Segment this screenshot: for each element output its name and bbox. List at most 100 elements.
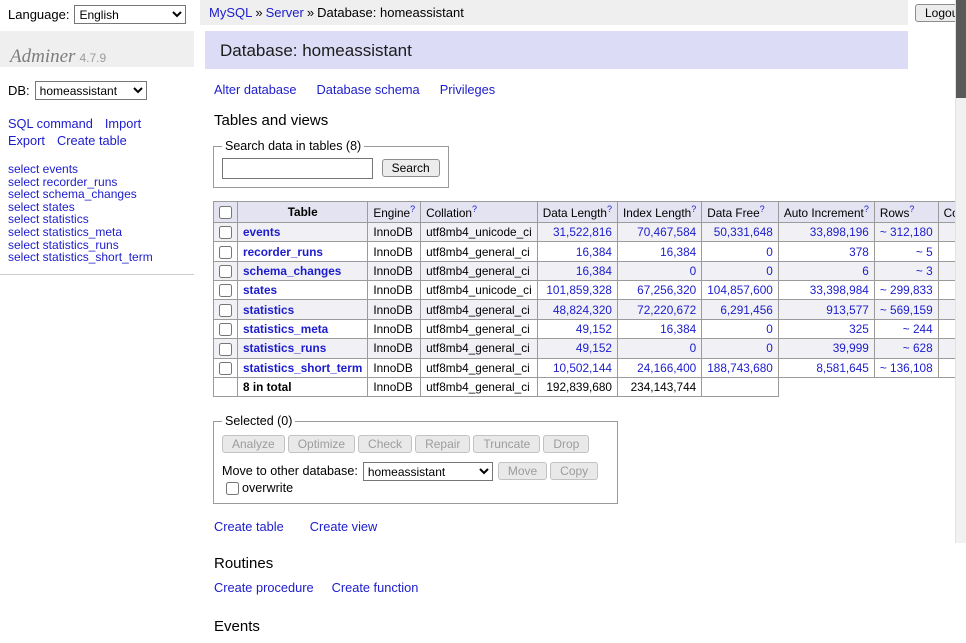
row-select-checkbox[interactable] [219, 226, 232, 239]
index-length-link[interactable]: 16,384 [660, 322, 696, 336]
overwrite-checkbox[interactable] [226, 482, 239, 495]
scrollbar-thumb[interactable] [956, 0, 966, 98]
table-name-link[interactable]: recorder_runs [243, 245, 323, 259]
data-length-link[interactable]: 31,522,816 [553, 225, 612, 239]
data-length-link[interactable]: 49,152 [576, 322, 612, 336]
row-select-checkbox[interactable] [219, 343, 232, 356]
index-length-link[interactable]: 0 [690, 341, 697, 355]
sidebar-item-select-statistics-short-term[interactable]: select statistics_short_term [8, 251, 194, 264]
adminer-logo-text[interactable]: Adminer [10, 46, 75, 67]
table-name-link[interactable]: events [243, 225, 280, 239]
create-table-link-sidebar[interactable]: Create table [57, 133, 127, 148]
analyze-button[interactable]: Analyze [222, 435, 285, 453]
table-name-link[interactable]: states [243, 283, 277, 297]
row-select-checkbox[interactable] [219, 362, 232, 375]
data-free-link[interactable]: 104,857,600 [707, 283, 773, 297]
language-select[interactable]: English [74, 5, 186, 24]
row-count-link[interactable]: ~ 136,108 [880, 361, 933, 375]
data-free-link[interactable]: 0 [766, 341, 773, 355]
data-length-link[interactable]: 10,502,144 [553, 361, 612, 375]
data-free-link[interactable]: 188,743,680 [707, 361, 773, 375]
auto-increment-link[interactable]: 8,581,645 [816, 361, 868, 375]
row-count-link[interactable]: ~ 569,159 [880, 303, 933, 317]
alter-database-link[interactable]: Alter database [214, 82, 297, 97]
privileges-link[interactable]: Privileges [440, 82, 495, 97]
auto-increment-link[interactable]: 6 [862, 264, 869, 278]
row-select-checkbox[interactable] [219, 304, 232, 317]
auto-increment-link[interactable]: 33,398,984 [810, 283, 869, 297]
sidebar-item-select-events[interactable]: select events [8, 163, 194, 176]
row-select-checkbox[interactable] [219, 284, 232, 297]
row-select-checkbox[interactable] [219, 265, 232, 278]
data-free-link[interactable]: 0 [766, 322, 773, 336]
index-length-link[interactable]: 0 [690, 264, 697, 278]
row-count-link[interactable]: ~ 244 [903, 322, 933, 336]
data-length-help-link[interactable]: ? [607, 204, 612, 214]
data-length-link[interactable]: 101,859,328 [546, 283, 612, 297]
table-name-link[interactable]: statistics [243, 303, 294, 317]
auto-increment-help-link[interactable]: ? [864, 204, 869, 214]
create-function-link[interactable]: Create function [332, 580, 419, 595]
move-button[interactable]: Move [498, 462, 547, 480]
import-link[interactable]: Import [105, 116, 141, 131]
row-select-checkbox[interactable] [219, 246, 232, 259]
index-length-link[interactable]: 67,256,320 [637, 283, 696, 297]
cell-collation: utf8mb4_unicode_ci [421, 222, 538, 241]
breadcrumb-mysql-link[interactable]: MySQL [209, 5, 252, 20]
row-count-link[interactable]: ~ 3 [916, 264, 933, 278]
sidebar-item-select-statistics-meta[interactable]: select statistics_meta [8, 226, 194, 239]
create-view-link[interactable]: Create view [310, 519, 378, 534]
engine-help-link[interactable]: ? [410, 204, 415, 214]
search-input[interactable] [222, 158, 373, 179]
drop-button[interactable]: Drop [543, 435, 589, 453]
index-length-link[interactable]: 72,220,672 [637, 303, 696, 317]
auto-increment-link[interactable]: 33,898,196 [810, 225, 869, 239]
auto-increment-link[interactable]: 378 [849, 245, 869, 259]
export-link[interactable]: Export [8, 133, 45, 148]
vertical-scrollbar[interactable] [955, 0, 966, 543]
sql-command-link[interactable]: SQL command [8, 116, 93, 131]
auto-increment-link[interactable]: 325 [849, 322, 869, 336]
row-select-checkbox[interactable] [219, 323, 232, 336]
data-free-link[interactable]: 50,331,648 [714, 225, 773, 239]
database-schema-link[interactable]: Database schema [317, 82, 420, 97]
sidebar-item-select-schema-changes[interactable]: select schema_changes [8, 188, 194, 201]
select-all-checkbox[interactable] [219, 206, 232, 219]
header-data-length: Data Length? [537, 202, 617, 223]
data-length-link[interactable]: 48,824,320 [553, 303, 612, 317]
rows-help-link[interactable]: ? [909, 204, 914, 214]
data-length-link[interactable]: 16,384 [576, 264, 612, 278]
search-button[interactable]: Search [382, 159, 440, 177]
index-length-link[interactable]: 24,166,400 [637, 361, 696, 375]
breadcrumb-server-link[interactable]: Server [266, 5, 304, 20]
copy-button[interactable]: Copy [550, 462, 598, 480]
table-name-link[interactable]: statistics_meta [243, 322, 328, 336]
create-procedure-link[interactable]: Create procedure [214, 580, 314, 595]
data-free-link[interactable]: 0 [766, 245, 773, 259]
row-count-link[interactable]: ~ 628 [903, 341, 933, 355]
create-table-link[interactable]: Create table [214, 519, 284, 534]
db-select[interactable]: homeassistant [35, 81, 147, 100]
data-free-help-link[interactable]: ? [760, 204, 765, 214]
table-name-link[interactable]: schema_changes [243, 264, 341, 278]
truncate-button[interactable]: Truncate [473, 435, 540, 453]
row-count-link[interactable]: ~ 5 [916, 245, 933, 259]
index-length-link[interactable]: 70,467,584 [637, 225, 696, 239]
move-db-select[interactable]: homeassistant [363, 462, 493, 481]
repair-button[interactable]: Repair [415, 435, 470, 453]
optimize-button[interactable]: Optimize [288, 435, 355, 453]
auto-increment-link[interactable]: 39,999 [833, 341, 869, 355]
table-name-link[interactable]: statistics_runs [243, 341, 326, 355]
check-button[interactable]: Check [358, 435, 412, 453]
row-count-link[interactable]: ~ 312,180 [880, 225, 933, 239]
auto-increment-link[interactable]: 913,577 [826, 303, 869, 317]
data-length-link[interactable]: 49,152 [576, 341, 612, 355]
data-length-link[interactable]: 16,384 [576, 245, 612, 259]
data-free-link[interactable]: 6,291,456 [720, 303, 772, 317]
index-length-link[interactable]: 16,384 [660, 245, 696, 259]
row-count-link[interactable]: ~ 299,833 [880, 283, 933, 297]
data-free-link[interactable]: 0 [766, 264, 773, 278]
table-name-link[interactable]: statistics_short_term [243, 361, 362, 375]
index-length-help-link[interactable]: ? [691, 204, 696, 214]
collation-help-link[interactable]: ? [472, 204, 477, 214]
